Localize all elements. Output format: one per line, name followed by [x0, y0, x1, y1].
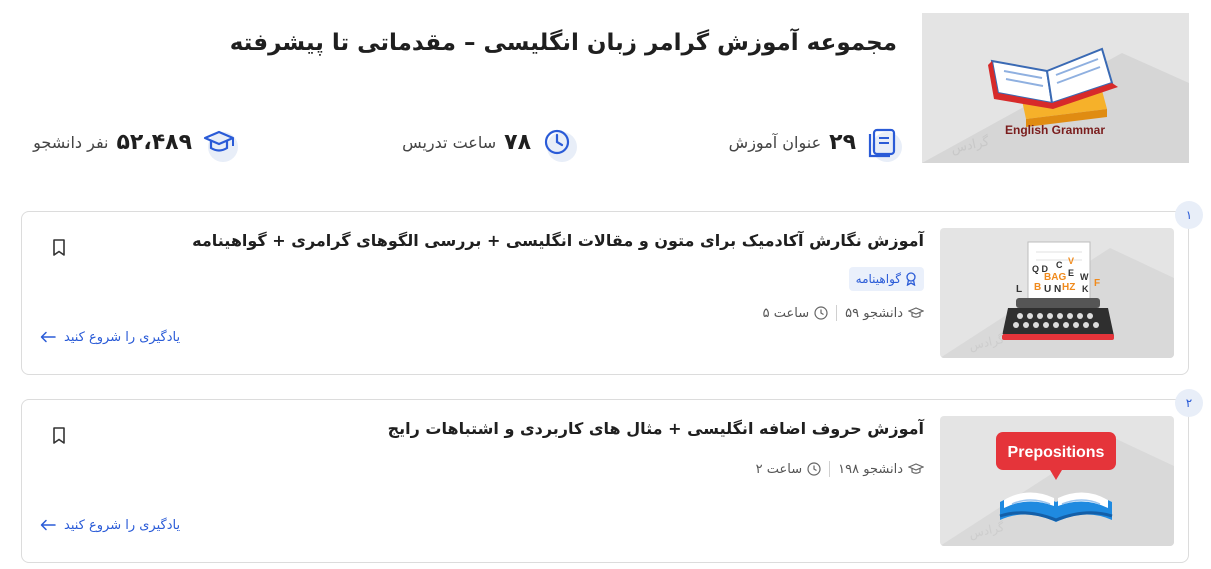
arrow-left-icon: [40, 519, 56, 531]
stat-teaching-hours-label: ساعت تدریس: [402, 132, 497, 152]
collection-cover-image: English Grammar گرادس: [922, 13, 1189, 163]
svg-text:C: C: [1056, 260, 1063, 270]
course-duration: ۲ ساعت: [755, 461, 803, 477]
svg-text:F: F: [1094, 278, 1100, 289]
stat-student-count-label: نفر دانشجو: [33, 132, 109, 152]
course-card[interactable]: Q D C V BAG E W F L B U N HZ K گرادس آمو…: [21, 211, 1189, 375]
certificate-label: گواهینامه: [855, 272, 901, 286]
course-thumbnail[interactable]: Q D C V BAG E W F L B U N HZ K گرادس: [940, 228, 1174, 358]
bookmark-button[interactable]: [50, 238, 68, 258]
page-title: مجموعه آموزش گرامر زبان انگلیسی – مقدمات…: [229, 30, 897, 56]
course-title[interactable]: آموزش نگارش آکادمیک برای متون و مقالات ا…: [192, 231, 924, 250]
svg-text:V: V: [1068, 256, 1074, 266]
graduation-cap-icon: [202, 124, 238, 162]
bookmark-icon: [53, 427, 65, 444]
arrow-left-icon: [40, 331, 56, 343]
svg-text:L: L: [1016, 284, 1022, 295]
bookmark-button[interactable]: [50, 426, 68, 446]
svg-text:E: E: [1068, 268, 1074, 278]
start-learning-label: یادگیری را شروع کنید: [64, 517, 181, 533]
svg-text:W: W: [1080, 272, 1089, 282]
course-card[interactable]: Prepositions گرادس آموزش حروف اضافه انگل…: [21, 399, 1189, 563]
svg-text:B: B: [1034, 282, 1041, 293]
graduation-cap-icon: [908, 307, 924, 318]
bookmark-icon: [53, 239, 65, 256]
course-thumbnail[interactable]: Prepositions گرادس: [940, 416, 1174, 546]
graduation-cap-icon: [908, 463, 924, 474]
start-learning-link[interactable]: یادگیری را شروع کنید: [40, 515, 180, 535]
clock-icon: [814, 306, 828, 320]
course-title[interactable]: آموزش حروف اضافه انگلیسی + مثال های کارب…: [388, 419, 924, 438]
stat-teaching-hours: ۷۸ ساعت تدریس: [402, 124, 577, 162]
svg-text:HZ: HZ: [1062, 282, 1075, 293]
start-learning-link[interactable]: یادگیری را شروع کنید: [40, 327, 180, 347]
cover-caption: English Grammar: [1005, 123, 1105, 137]
meta-divider: [836, 305, 838, 321]
thumb-caption: Prepositions: [1008, 444, 1105, 461]
stat-student-count-value: ۵۲،۴۸۹: [116, 129, 193, 155]
course-students: ۱۹۸ دانشجو: [838, 461, 903, 477]
stat-course-count-value: ۲۹: [829, 129, 856, 155]
clock-icon: [541, 124, 577, 162]
course-meta: ۱۹۸ دانشجو ۲ ساعت: [756, 459, 924, 479]
stat-course-count-label: عنوان آموزش: [728, 132, 822, 152]
course-students: ۵۹ دانشجو: [845, 305, 903, 321]
certificate-icon: [906, 272, 916, 286]
certificate-badge: گواهینامه: [848, 267, 924, 291]
stat-student-count: ۵۲،۴۸۹ نفر دانشجو: [33, 124, 238, 162]
stat-course-count: ۲۹ عنوان آموزش: [728, 124, 902, 162]
course-duration: ۵ ساعت: [762, 305, 810, 321]
clock-icon: [807, 462, 821, 476]
course-meta: ۵۹ دانشجو ۵ ساعت: [763, 303, 924, 323]
stat-teaching-hours-value: ۷۸: [504, 129, 531, 155]
book-stack-icon: [866, 124, 902, 162]
course-index-badge: ۲: [1175, 389, 1203, 417]
meta-divider: [829, 461, 831, 477]
course-index-badge: ۱: [1175, 201, 1203, 229]
start-learning-label: یادگیری را شروع کنید: [64, 329, 181, 345]
svg-text:K: K: [1082, 284, 1089, 294]
svg-text:U N: U N: [1044, 284, 1061, 295]
